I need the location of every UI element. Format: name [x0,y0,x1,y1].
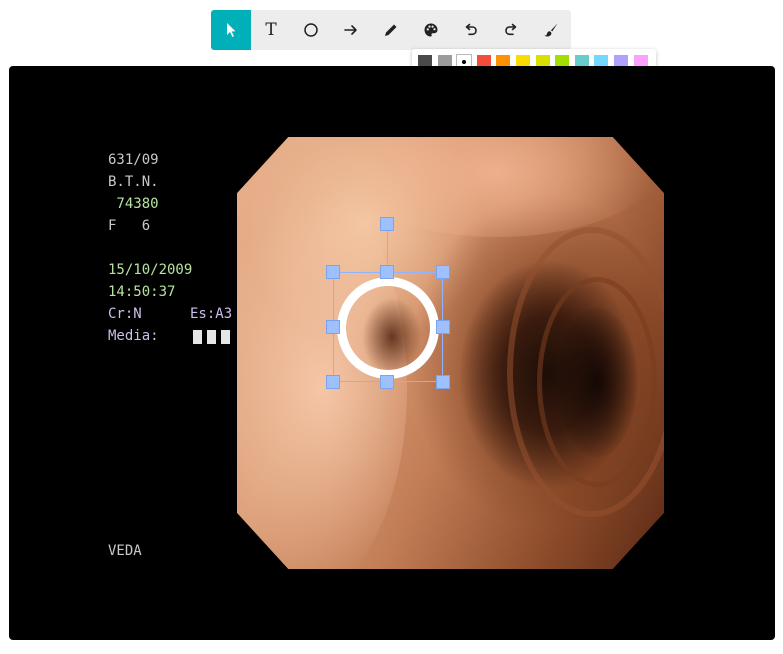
redo-icon [505,23,517,36]
brush-icon [544,23,558,37]
endoscopy-photo [237,137,664,569]
circle-annotation[interactable] [337,277,439,379]
media-bar [221,330,230,344]
circle-tool-button[interactable] [291,10,331,50]
enhancement-label: Es:A3 [190,306,233,322]
arrow-right-icon [344,25,357,35]
lumen-shadow [557,307,637,457]
circle-icon [304,23,318,37]
annotation-toolbar: T [211,10,571,50]
arrow-tool-button[interactable] [331,10,371,50]
palette-icon [424,23,438,37]
media-label: Media: [108,328,159,344]
text-tool-button[interactable]: T [251,10,291,50]
undo-icon [465,23,477,36]
brush-tool-button[interactable] [531,10,571,50]
study-id-label: 631/09 [108,152,159,168]
redo-button[interactable] [491,10,531,50]
date-label: 15/10/2009 [108,262,193,278]
media-bar [207,330,216,344]
resize-handle-top-left[interactable] [326,265,340,279]
resize-handle-top[interactable] [380,265,394,279]
resize-handle-top-right[interactable] [436,265,450,279]
resize-handle-bottom-right[interactable] [436,375,450,389]
patient-initials-label: B.T.N. [108,174,159,190]
pencil-tool-button[interactable] [371,10,411,50]
media-indicator-bars [193,330,233,344]
patient-number-label: 74380 [108,196,159,212]
cursor-arrow-icon [227,23,236,37]
resize-handle-right[interactable] [436,320,450,334]
time-label: 14:50:37 [108,284,176,300]
select-tool-button[interactable] [211,10,251,50]
resize-handle-bottom[interactable] [380,375,394,389]
brand-label: VEDA [108,543,142,559]
mucosa-fold [327,137,664,237]
pencil-icon [385,24,397,36]
undo-button[interactable] [451,10,491,50]
text-icon: T [265,19,277,40]
mucosa-fold [237,177,407,569]
sex-age-label: F 6 [108,218,151,234]
color-palette-button[interactable] [411,10,451,50]
media-bar [193,330,202,344]
resize-handle-bottom-left[interactable] [326,375,340,389]
cr-label: Cr:N [108,306,142,322]
resize-handle-left[interactable] [326,320,340,334]
rotate-handle[interactable] [380,217,394,231]
